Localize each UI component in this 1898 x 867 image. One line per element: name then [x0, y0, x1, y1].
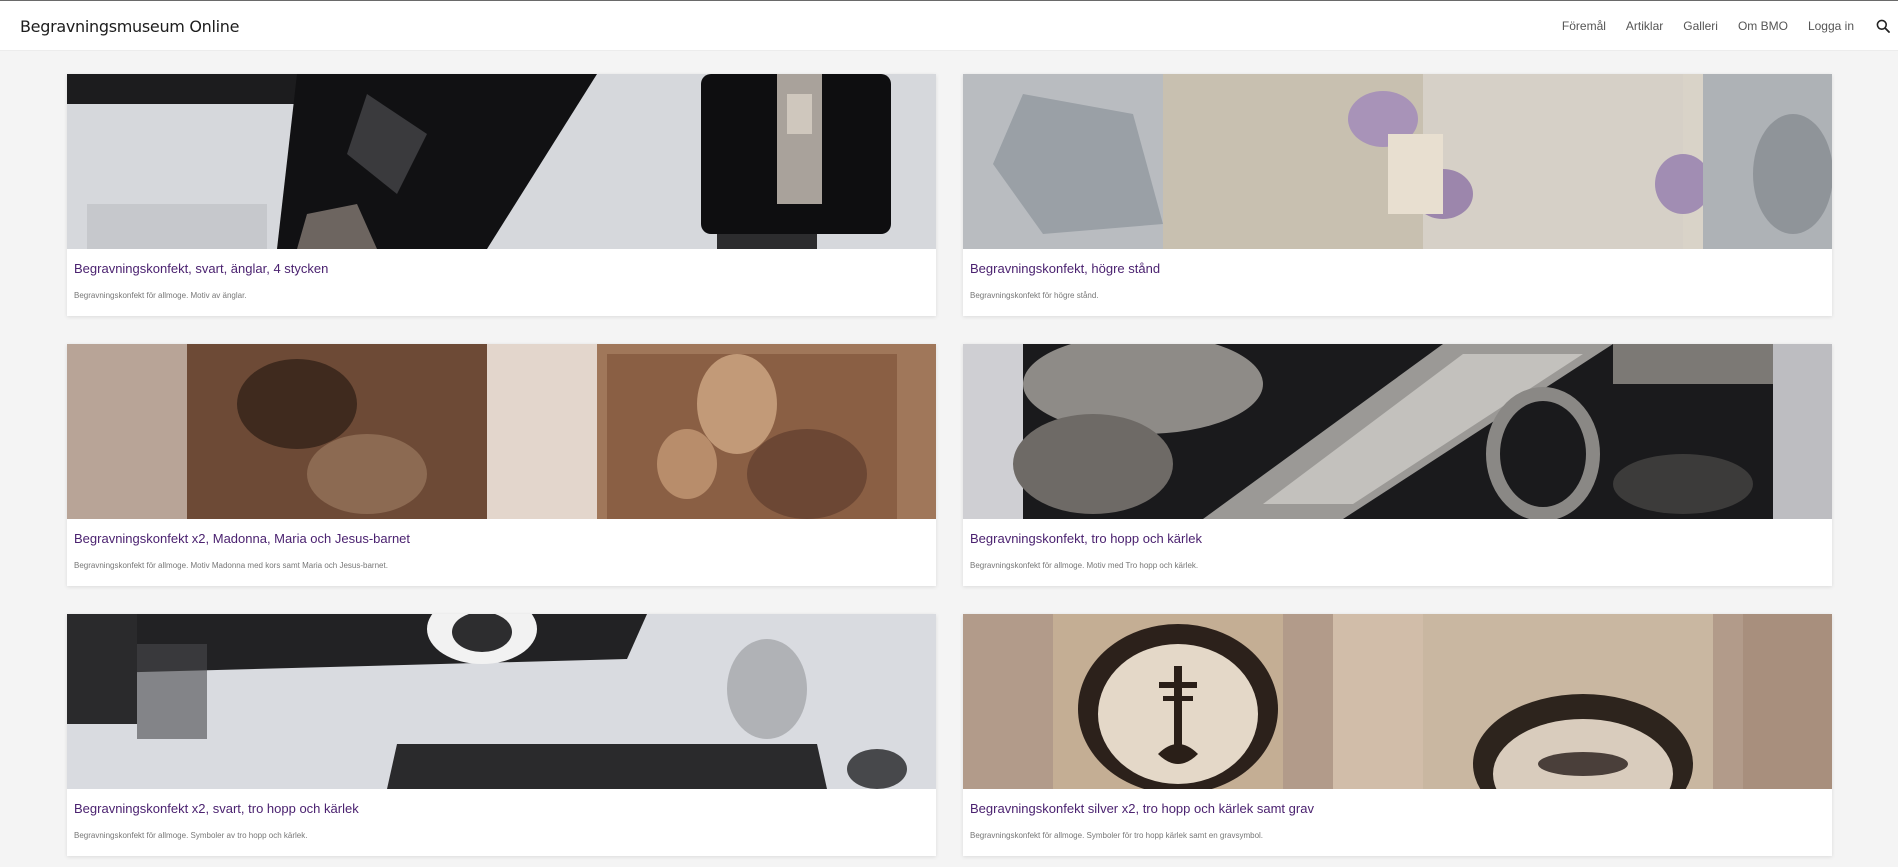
site-logo-link[interactable]: Begravningsmuseum Online	[20, 17, 239, 36]
card-description: Begravningskonfekt för allmoge. Motiv me…	[970, 561, 1199, 570]
search-icon[interactable]	[1874, 17, 1892, 35]
card-title-link[interactable]: Begravningskonfekt x2, Madonna, Maria oc…	[74, 531, 410, 546]
card-description: Begravningskonfekt för allmoge. Symboler…	[970, 831, 1264, 840]
card-description: Begravningskonfekt för högre stånd.	[970, 291, 1099, 300]
card-image[interactable]	[67, 74, 936, 249]
nav-artiklar[interactable]: Artiklar	[1626, 19, 1663, 33]
card-description: Begravningskonfekt för allmoge. Motiv Ma…	[74, 561, 388, 570]
card-image[interactable]	[963, 74, 1832, 249]
object-card[interactable]: Begravningskonfekt, högre stånd Begravni…	[963, 74, 1832, 316]
navbar: Begravningsmuseum Online Föremål Artikla…	[0, 1, 1898, 51]
nav-logga-in[interactable]: Logga in	[1808, 19, 1854, 33]
card-image[interactable]	[67, 614, 936, 789]
card-description: Begravningskonfekt för allmoge. Symboler…	[74, 831, 308, 840]
object-card[interactable]: Begravningskonfekt silver x2, tro hopp o…	[963, 614, 1832, 856]
card-title-link[interactable]: Begravningskonfekt, tro hopp och kärlek	[970, 531, 1202, 546]
card-image[interactable]	[963, 344, 1832, 519]
card-image[interactable]	[963, 614, 1832, 789]
card-title-link[interactable]: Begravningskonfekt silver x2, tro hopp o…	[970, 801, 1314, 816]
card-image[interactable]	[67, 344, 936, 519]
nav-foremal[interactable]: Föremål	[1562, 19, 1606, 33]
main-nav: Föremål Artiklar Galleri Om BMO Logga in	[1562, 1, 1898, 51]
card-title-link[interactable]: Begravningskonfekt, högre stånd	[970, 261, 1160, 276]
object-card[interactable]: Begravningskonfekt x2, Madonna, Maria oc…	[67, 344, 936, 586]
card-title-link[interactable]: Begravningskonfekt, svart, änglar, 4 sty…	[74, 261, 328, 276]
object-card[interactable]: Begravningskonfekt x2, svart, tro hopp o…	[67, 614, 936, 856]
nav-om-bmo[interactable]: Om BMO	[1738, 19, 1788, 33]
object-card[interactable]: Begravningskonfekt, svart, änglar, 4 sty…	[67, 74, 936, 316]
card-description: Begravningskonfekt för allmoge. Motiv av…	[74, 291, 247, 300]
object-card[interactable]: Begravningskonfekt, tro hopp och kärlek …	[963, 344, 1832, 586]
nav-galleri[interactable]: Galleri	[1683, 19, 1718, 33]
card-title-link[interactable]: Begravningskonfekt x2, svart, tro hopp o…	[74, 801, 359, 816]
